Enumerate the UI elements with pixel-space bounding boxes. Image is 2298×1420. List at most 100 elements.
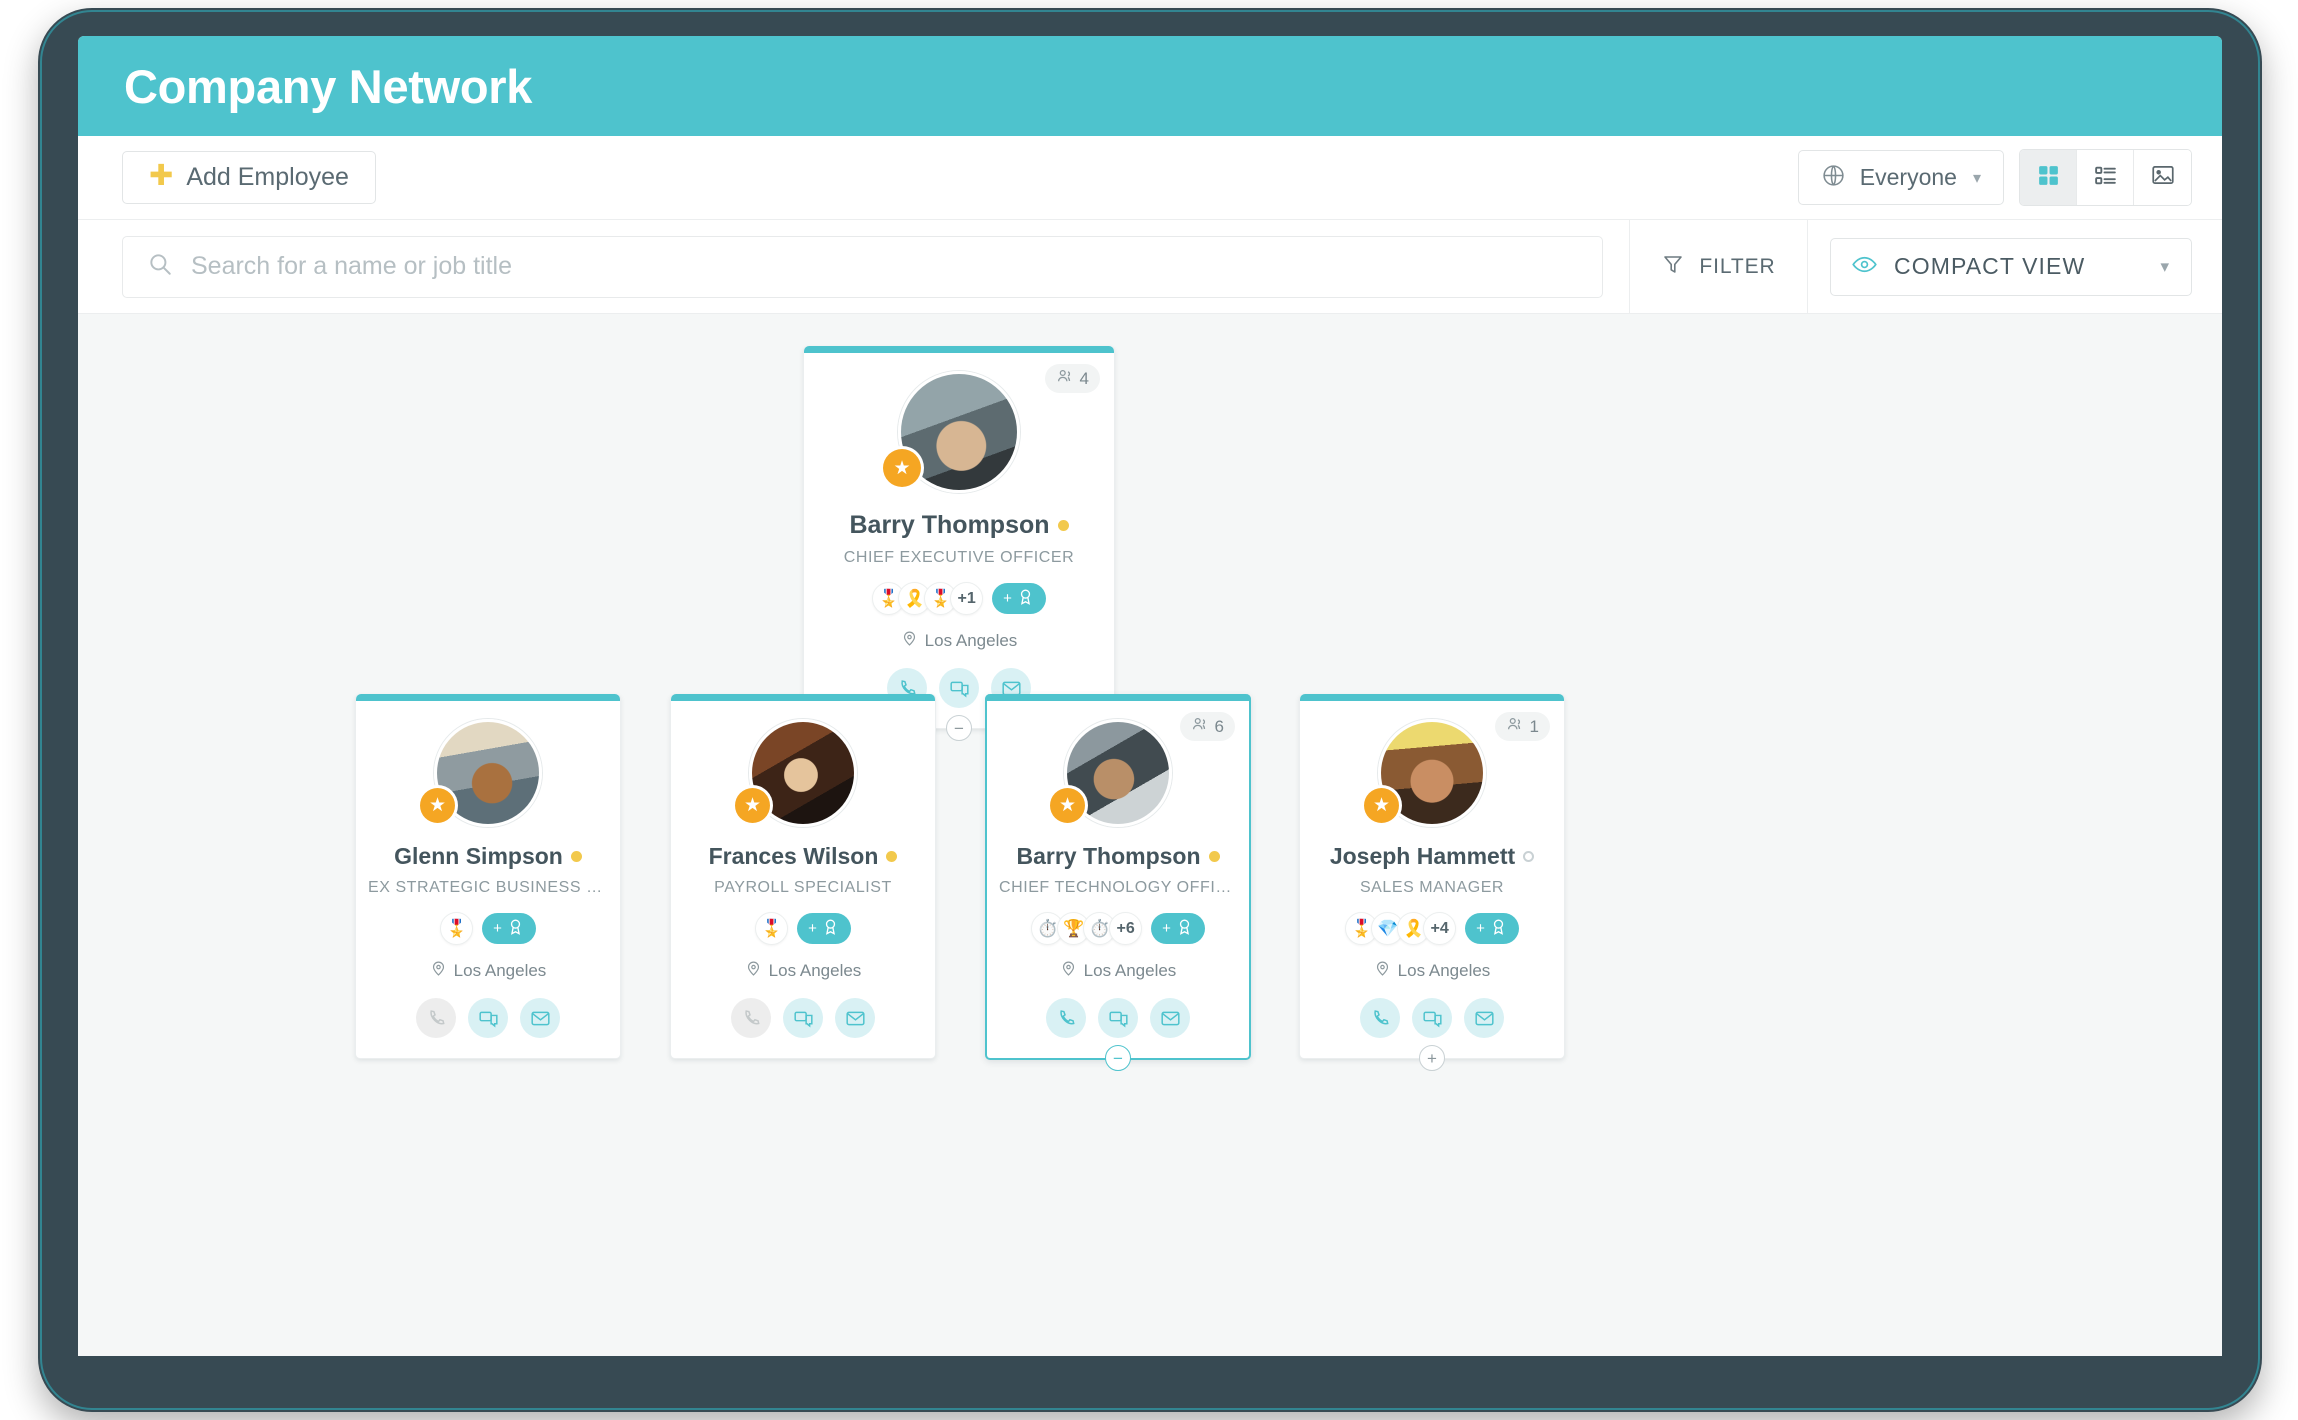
- list-view-button[interactable]: [2077, 150, 2134, 205]
- image-icon: [2150, 162, 2176, 193]
- add-badge-plus: +: [1162, 920, 1171, 937]
- search-toolbar: FILTER COMPACT VIEW ▾: [78, 219, 2222, 314]
- email-button[interactable]: [520, 998, 560, 1038]
- location-pin-icon: [745, 960, 762, 982]
- message-button[interactable]: [1098, 998, 1138, 1038]
- employee-name-row: Frances Wilson: [671, 843, 935, 870]
- add-badge-button[interactable]: +: [482, 913, 536, 944]
- location-pin-icon: [1060, 960, 1077, 982]
- message-button[interactable]: [783, 998, 823, 1038]
- location-label: Los Angeles: [1397, 961, 1491, 980]
- contact-actions: [987, 998, 1249, 1038]
- grid-view-button[interactable]: [2020, 150, 2077, 205]
- search-input[interactable]: [191, 252, 1578, 281]
- favorite-star-badge: ★: [883, 449, 921, 487]
- card-accent-bar: [804, 346, 1114, 353]
- call-button[interactable]: [1046, 998, 1086, 1038]
- status-dot: [886, 851, 898, 862]
- contact-actions: [356, 998, 620, 1038]
- compact-view-dropdown[interactable]: COMPACT VIEW ▾: [1830, 237, 2192, 296]
- add-badge-button[interactable]: +: [1151, 913, 1205, 944]
- org-card-child[interactable]: ★ Glenn Simpson EX STRATEGIC BUSINESS DE…: [355, 694, 621, 1059]
- employee-name: Glenn Simpson: [394, 843, 563, 869]
- chevron-down-icon: ▾: [2160, 256, 2169, 276]
- favorite-star-badge: ★: [1364, 788, 1399, 823]
- search-icon: [147, 251, 173, 282]
- scope-dropdown[interactable]: Everyone ▾: [1797, 150, 2004, 205]
- badge-row: 🎖️ 💎 🎗️ +4 +: [1300, 912, 1564, 945]
- badge-overflow-count[interactable]: +4: [1423, 912, 1457, 945]
- employee-name: Barry Thompson: [1016, 843, 1201, 869]
- employee-title: PAYROLL SPECIALIST: [714, 879, 892, 896]
- message-button[interactable]: [939, 668, 979, 708]
- collapse-toggle-button[interactable]: −: [946, 715, 972, 741]
- primary-toolbar: ✚ Add Employee Everyone ▾: [78, 136, 2222, 220]
- avatar-wrapper: ★: [671, 719, 935, 827]
- org-card-child-selected[interactable]: 6 ★ Barry Thompson CHIEF TECHNOLOGY OFFI…: [985, 694, 1251, 1071]
- location-pin-icon: [430, 960, 447, 982]
- collapse-toggle-button[interactable]: −: [1105, 1045, 1131, 1071]
- email-button[interactable]: [1150, 998, 1190, 1038]
- contact-actions: [1300, 998, 1564, 1038]
- compact-view-cell: COMPACT VIEW ▾: [1807, 219, 2222, 314]
- scope-label: Everyone: [1859, 164, 1957, 190]
- add-badge-button[interactable]: +: [992, 583, 1046, 614]
- add-employee-label: Add Employee: [186, 163, 349, 191]
- badge-row: 🎖️ 🎗️ 🎖️ +1 +: [804, 582, 1114, 615]
- employee-name-row: Barry Thompson: [804, 511, 1114, 540]
- employee-name-row: Joseph Hammett: [1300, 843, 1564, 870]
- message-button[interactable]: [1412, 998, 1452, 1038]
- employee-name-row: Glenn Simpson: [356, 843, 620, 870]
- employee-name: Joseph Hammett: [1329, 843, 1516, 869]
- call-button: [416, 998, 456, 1038]
- location-row: Los Angeles: [356, 960, 620, 982]
- location-label: Los Angeles: [1083, 961, 1177, 980]
- toolbar-right-group: Everyone ▾: [1797, 149, 2192, 206]
- call-button[interactable]: [1360, 998, 1400, 1038]
- filter-label: FILTER: [1699, 254, 1776, 278]
- favorite-star-badge: ★: [420, 788, 455, 823]
- employee-title: CHIEF TECHNOLOGY OFFICER: [999, 879, 1249, 896]
- org-card-child[interactable]: ★ Frances Wilson PAYROLL SPECIALIST 🎖️ +: [670, 694, 936, 1059]
- org-card-child[interactable]: 1 ★ Joseph Hammett SALES MANAGER 🎖️ 💎 🎗️…: [1299, 694, 1565, 1071]
- plus-icon: ✚: [149, 160, 174, 192]
- add-badge-plus: +: [1476, 920, 1485, 937]
- filter-button[interactable]: FILTER: [1629, 219, 1807, 314]
- location-pin-icon: [901, 630, 918, 652]
- search-box[interactable]: [122, 235, 1603, 298]
- location-label: Los Angeles: [924, 631, 1018, 650]
- grid-icon: [2036, 163, 2061, 193]
- add-badge-button[interactable]: +: [1465, 913, 1519, 944]
- search-wrapper: [78, 235, 1629, 298]
- employee-name: Barry Thompson: [849, 511, 1050, 539]
- call-button: [731, 998, 771, 1038]
- add-employee-button[interactable]: ✚ Add Employee: [122, 151, 376, 204]
- email-button[interactable]: [835, 998, 875, 1038]
- location-row: Los Angeles: [987, 960, 1249, 982]
- location-row: Los Angeles: [671, 960, 935, 982]
- add-badge-button[interactable]: +: [797, 913, 851, 944]
- card-accent-bar: [671, 694, 935, 701]
- email-button[interactable]: [1464, 998, 1504, 1038]
- compact-view-label: COMPACT VIEW: [1894, 253, 2086, 279]
- location-row: Los Angeles: [1300, 960, 1564, 982]
- expand-toggle-button[interactable]: +: [1419, 1045, 1445, 1071]
- location-pin-icon: [1374, 960, 1391, 982]
- badge-overflow-count[interactable]: +1: [950, 582, 984, 615]
- chevron-down-icon: ▾: [1972, 169, 1981, 187]
- award-icon: [1016, 587, 1035, 611]
- avatar-wrapper: ★: [1300, 719, 1564, 827]
- award-badge[interactable]: 🎖️: [440, 912, 474, 945]
- message-button[interactable]: [468, 998, 508, 1038]
- card-accent-bar: [356, 694, 620, 701]
- org-chart-connectors: [78, 314, 378, 464]
- award-badge[interactable]: 🎖️: [755, 912, 789, 945]
- contact-actions: [671, 998, 935, 1038]
- location-label: Los Angeles: [768, 961, 862, 980]
- award-icon: [1175, 917, 1194, 941]
- employee-title: SALES MANAGER: [1359, 879, 1505, 896]
- photo-view-button[interactable]: [2134, 150, 2191, 205]
- badge-overflow-count[interactable]: +6: [1109, 912, 1143, 945]
- org-card-root[interactable]: 4 ★ Barry Thompson CHIEF EXECUTIVE OFFIC…: [803, 346, 1115, 741]
- badge-row: 🎖️ +: [356, 912, 620, 945]
